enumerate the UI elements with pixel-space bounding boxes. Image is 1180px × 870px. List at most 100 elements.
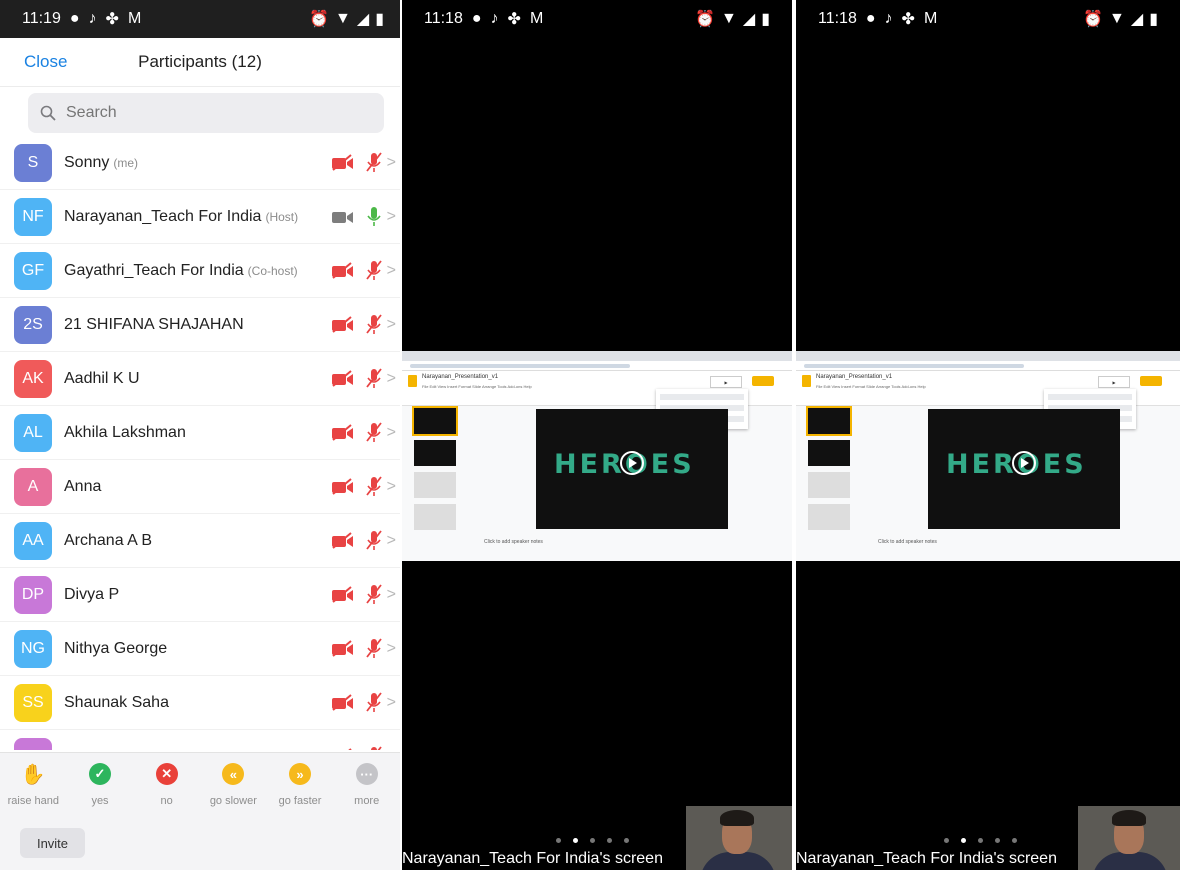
page-indicator bbox=[944, 838, 1017, 843]
participant-row[interactable]: A Anna > bbox=[0, 460, 400, 514]
reaction-raise-hand-button[interactable]: ✋ raise hand bbox=[0, 753, 67, 823]
avatar: 2S bbox=[14, 305, 52, 344]
participant-name-text: Aadhil K U bbox=[64, 369, 140, 387]
participant-row[interactable]: 2S 21 SHIFANA SHAJAHAN > bbox=[0, 298, 400, 352]
status-bar: 11:19 ● ♪ ✤ M ⏰ ▼ ◢ ▮ bbox=[0, 0, 400, 38]
participant-name-text: Nithya George bbox=[64, 639, 168, 657]
participant-name: Sonny (me) bbox=[64, 154, 138, 172]
microphone-icon bbox=[365, 638, 382, 658]
invite-button[interactable]: Invite bbox=[20, 828, 85, 858]
shared-screen-content[interactable]: Narayanan_Presentation_v1 File Edit View… bbox=[402, 351, 792, 561]
participant-row[interactable]: NG Nithya George > bbox=[0, 622, 400, 676]
microphone-icon bbox=[365, 584, 382, 604]
hand-icon: ✋ bbox=[20, 763, 46, 786]
battery-icon: ▮ bbox=[375, 11, 384, 28]
share-caption: Narayanan_Teach For India's screen bbox=[402, 850, 663, 867]
participant-row[interactable]: GF Gayathri_Teach For India (Co-host) > bbox=[0, 244, 400, 298]
speaker-notes: Click to add speaker notes bbox=[878, 539, 937, 545]
message-icon: ● bbox=[69, 10, 80, 27]
wifi-icon: ▼ bbox=[1109, 10, 1125, 27]
participant-status-icons: > bbox=[331, 406, 396, 460]
slide-filmstrip bbox=[412, 405, 458, 561]
slide-thumbnail bbox=[412, 406, 458, 436]
browser-tab-bar bbox=[796, 351, 1180, 361]
alarm-icon: ⏰ bbox=[695, 11, 716, 28]
battery-icon: ▮ bbox=[1149, 11, 1158, 28]
reaction-label: raise hand bbox=[7, 795, 60, 807]
message-icon: ● bbox=[471, 10, 482, 27]
rewind-icon: « bbox=[222, 763, 245, 785]
fast-forward-icon: » bbox=[289, 763, 312, 785]
share-button bbox=[752, 376, 774, 386]
share-button bbox=[1140, 376, 1162, 386]
self-video-thumbnail[interactable] bbox=[686, 806, 792, 870]
participant-row[interactable]: DP Divya P > bbox=[0, 568, 400, 622]
current-slide: HEROES bbox=[928, 409, 1120, 529]
reaction-go-faster-button[interactable]: » go faster bbox=[267, 753, 334, 823]
participant-row[interactable]: AA Archana A B > bbox=[0, 514, 400, 568]
participant-row[interactable]: > bbox=[0, 730, 400, 750]
mic-icon: ♪ bbox=[884, 10, 893, 27]
reaction-go-slower-button[interactable]: « go slower bbox=[200, 753, 267, 823]
signal-icon: ◢ bbox=[1130, 11, 1144, 28]
pinwheel-icon: ✤ bbox=[507, 11, 521, 28]
chevron-right-icon: > bbox=[386, 586, 396, 603]
avatar: NG bbox=[14, 629, 52, 668]
avatar: AL bbox=[14, 413, 52, 452]
participant-name-text: Akhila Lakshman bbox=[64, 423, 186, 441]
participant-name-text: Anna bbox=[64, 477, 102, 495]
participant-name: Narayanan_Teach For India (Host) bbox=[64, 208, 298, 226]
present-button: ▶ bbox=[710, 376, 742, 388]
participant-role: (me) bbox=[113, 155, 139, 170]
chevron-right-icon: > bbox=[386, 370, 396, 387]
video-camera-icon bbox=[331, 316, 353, 333]
participant-row[interactable]: AK Aadhil K U > bbox=[0, 352, 400, 406]
check-icon: ✓ bbox=[89, 763, 111, 785]
participant-name: Archana A B bbox=[64, 532, 156, 550]
page-dot-active bbox=[573, 838, 578, 843]
participant-name bbox=[64, 748, 68, 751]
participant-status-icons: > bbox=[331, 568, 396, 622]
search-bar[interactable] bbox=[28, 93, 384, 133]
browser-tab-bar bbox=[402, 351, 792, 361]
reaction-more-button[interactable]: ··· more bbox=[333, 753, 400, 823]
participant-row[interactable]: AL Akhila Lakshman > bbox=[0, 406, 400, 460]
participant-name-text: Narayanan_Teach For India bbox=[64, 207, 262, 225]
search-input[interactable] bbox=[64, 103, 368, 123]
status-time: 11:19 bbox=[22, 10, 61, 27]
avatar: GF bbox=[14, 251, 52, 290]
shared-screen-content[interactable]: Narayanan_Presentation_v1 File Edit View… bbox=[796, 351, 1180, 561]
avatar: SS bbox=[14, 683, 52, 722]
participant-name-text: 21 SHIFANA SHAJAHAN bbox=[64, 315, 244, 333]
participant-row[interactable]: S Sonny (me) > bbox=[0, 136, 400, 190]
reaction-yes-button[interactable]: ✓ yes bbox=[67, 753, 134, 823]
reaction-label: go faster bbox=[278, 795, 322, 807]
participant-row[interactable]: NF Narayanan_Teach For India (Host) > bbox=[0, 190, 400, 244]
alarm-icon: ⏰ bbox=[1083, 11, 1104, 28]
participant-name: Anna bbox=[64, 478, 105, 496]
share-screen-view-1: 11:18 ● ♪ ✤ M ⏰ ▼ ◢ ▮ Narayanan_Presenta… bbox=[402, 0, 792, 870]
self-video-thumbnail[interactable] bbox=[1078, 806, 1180, 870]
participant-status-icons: > bbox=[331, 676, 396, 730]
chevron-right-icon: > bbox=[386, 424, 396, 441]
chevron-right-icon: > bbox=[386, 694, 396, 711]
participant-row[interactable]: SS Shaunak Saha > bbox=[0, 676, 400, 730]
reaction-no-button[interactable]: ✕ no bbox=[133, 753, 200, 823]
participants-header: Close Participants (12) bbox=[0, 38, 400, 87]
chevron-right-icon: > bbox=[386, 154, 396, 171]
pinwheel-icon: ✤ bbox=[901, 11, 915, 28]
video-camera-icon bbox=[331, 586, 353, 603]
participant-name: Divya P bbox=[64, 586, 123, 604]
participant-name: Akhila Lakshman bbox=[64, 424, 190, 442]
signal-icon: ◢ bbox=[356, 11, 370, 28]
wifi-icon: ▼ bbox=[721, 10, 737, 27]
current-slide: HEROES bbox=[536, 409, 728, 529]
video-camera-icon bbox=[331, 154, 353, 171]
video-camera-icon bbox=[331, 478, 353, 495]
participant-name: Nithya George bbox=[64, 640, 171, 658]
microphone-icon bbox=[370, 746, 382, 750]
pinwheel-icon: ✤ bbox=[105, 11, 119, 28]
close-button[interactable]: Close bbox=[24, 52, 67, 72]
reaction-label: yes bbox=[91, 795, 109, 807]
browser-address-bar bbox=[402, 361, 792, 371]
